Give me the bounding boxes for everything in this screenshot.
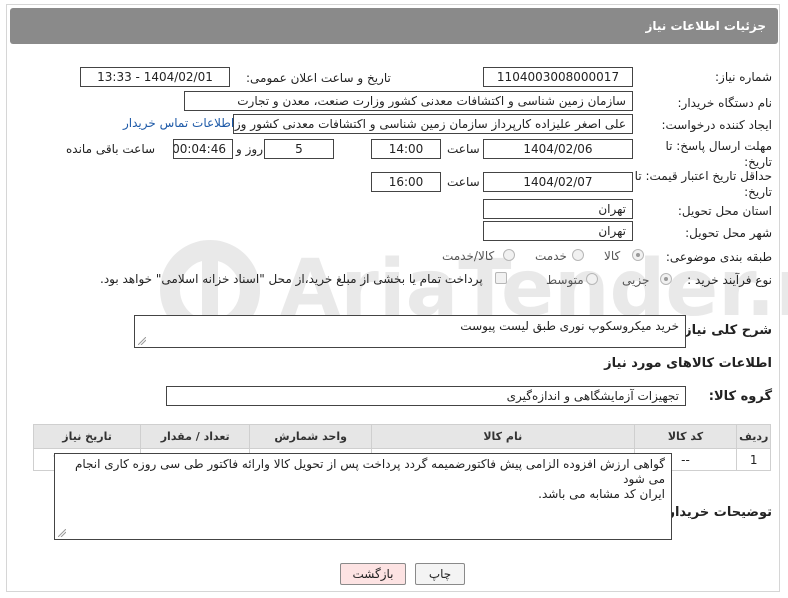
reply-date-field: 1404/02/06 xyxy=(483,139,633,159)
col-code: کد کالا xyxy=(633,424,738,449)
col-need-date: تاریخ نیاز xyxy=(32,424,142,449)
validity-hour-label: ساعت xyxy=(447,175,480,189)
requester-field: علی اصغر علیزاده کارپرداز سازمان زمین شن… xyxy=(233,114,633,134)
price-validity-label: حداقل تاریخ اعتبار قیمت: تا تاریخ: xyxy=(634,169,772,199)
description-field[interactable]: خرید میکروسکوپ نوری طبق لیست پیوست xyxy=(134,315,686,348)
goods-group-field: تجهیزات آزمایشگاهی و اندازه‌گیری xyxy=(166,386,686,406)
category-service-label: خدمت xyxy=(535,249,567,263)
buyer-notes-line-1: گواهی ارزش افزوده الزامی پیش فاکتورضمیمه… xyxy=(74,457,665,486)
col-name: نام کالا xyxy=(371,424,635,449)
validity-time-field: 16:00 xyxy=(371,172,441,192)
print-button[interactable]: چاپ xyxy=(415,563,465,585)
remaining-label: ساعت باقی مانده xyxy=(66,142,156,156)
announce-label: تاریخ و ساعت اعلان عمومی: xyxy=(246,71,391,85)
buyer-contact-link[interactable]: اطلاعات تماس خریدار xyxy=(123,116,234,130)
process-type-label: نوع فرآیند خرید : xyxy=(687,273,772,287)
buyer-notes-line-2: ایران کد مشابه می باشد. xyxy=(538,487,665,501)
category-goods-label: کالا xyxy=(604,249,621,263)
category-label: طبقه بندی موضوعی: xyxy=(665,250,772,264)
description-label: شرح کلی نیاز: xyxy=(678,323,772,338)
category-goods-service-label: کالا/خدمت xyxy=(442,249,495,263)
buyer-notes-field[interactable]: گواهی ارزش افزوده الزامی پیش فاکتورضمیمه… xyxy=(54,453,672,540)
validity-date-field: 1404/02/07 xyxy=(483,172,633,192)
goods-section-title: اطلاعات کالاهای مورد نیاز xyxy=(604,356,772,371)
table-header-row: ردیف کد کالا نام کالا واحد شمارش تعداد /… xyxy=(32,424,771,449)
reply-hour-label: ساعت xyxy=(447,142,480,156)
province-label: استان محل تحویل: xyxy=(677,204,772,218)
process-minor-radio[interactable] xyxy=(660,273,672,285)
reply-deadline-label: مهلت ارسال پاسخ: تا تاریخ: xyxy=(665,139,772,169)
category-goods-service-radio[interactable] xyxy=(503,249,515,261)
buyer-org-field: سازمان زمین شناسی و اکتشافات معدنی کشور … xyxy=(184,91,633,111)
resize-handle-icon[interactable] xyxy=(58,529,66,537)
remaining-time-field: 00:04:46 xyxy=(173,139,233,159)
buyer-org-label: نام دستگاه خریدار: xyxy=(677,96,773,110)
reply-time-field: 14:00 xyxy=(371,139,441,159)
treasury-payment-checkbox[interactable] xyxy=(495,272,507,284)
resize-handle-icon[interactable] xyxy=(138,337,146,345)
announce-datetime-field: 1404/02/01 - 13:33 xyxy=(80,67,230,87)
buyer-notes-label: توضیحات خریدار: xyxy=(662,505,772,520)
need-number-field: 1104003008000017 xyxy=(483,67,633,87)
province-field: تهران xyxy=(483,199,633,219)
process-minor-label: جزیی xyxy=(622,273,650,287)
requester-label: ایجاد کننده درخواست: xyxy=(661,118,772,132)
description-text: خرید میکروسکوپ نوری طبق لیست پیوست xyxy=(460,319,679,333)
goods-group-label: گروه کالا: xyxy=(708,389,772,404)
process-medium-label: متوسط xyxy=(546,273,584,287)
col-quantity: تعداد / مقدار xyxy=(140,424,251,449)
treasury-payment-note: پرداخت تمام یا بخشی از مبلغ خرید،از محل … xyxy=(100,272,483,286)
col-row: ردیف xyxy=(736,424,771,449)
days-label: روز و xyxy=(236,142,263,156)
category-goods-radio[interactable] xyxy=(632,249,644,261)
city-label: شهر محل تحویل: xyxy=(685,226,772,240)
city-field: تهران xyxy=(483,221,633,241)
process-medium-radio[interactable] xyxy=(586,273,598,285)
col-unit: واحد شمارش xyxy=(249,424,373,449)
page-title: جزئیات اطلاعات نیاز xyxy=(10,8,778,44)
cell-row: 1 xyxy=(736,448,771,471)
need-number-label: شماره نیاز: xyxy=(715,70,772,84)
category-service-radio[interactable] xyxy=(572,249,584,261)
remaining-days-field: 5 xyxy=(264,139,334,159)
back-button[interactable]: بازگشت xyxy=(340,563,406,585)
